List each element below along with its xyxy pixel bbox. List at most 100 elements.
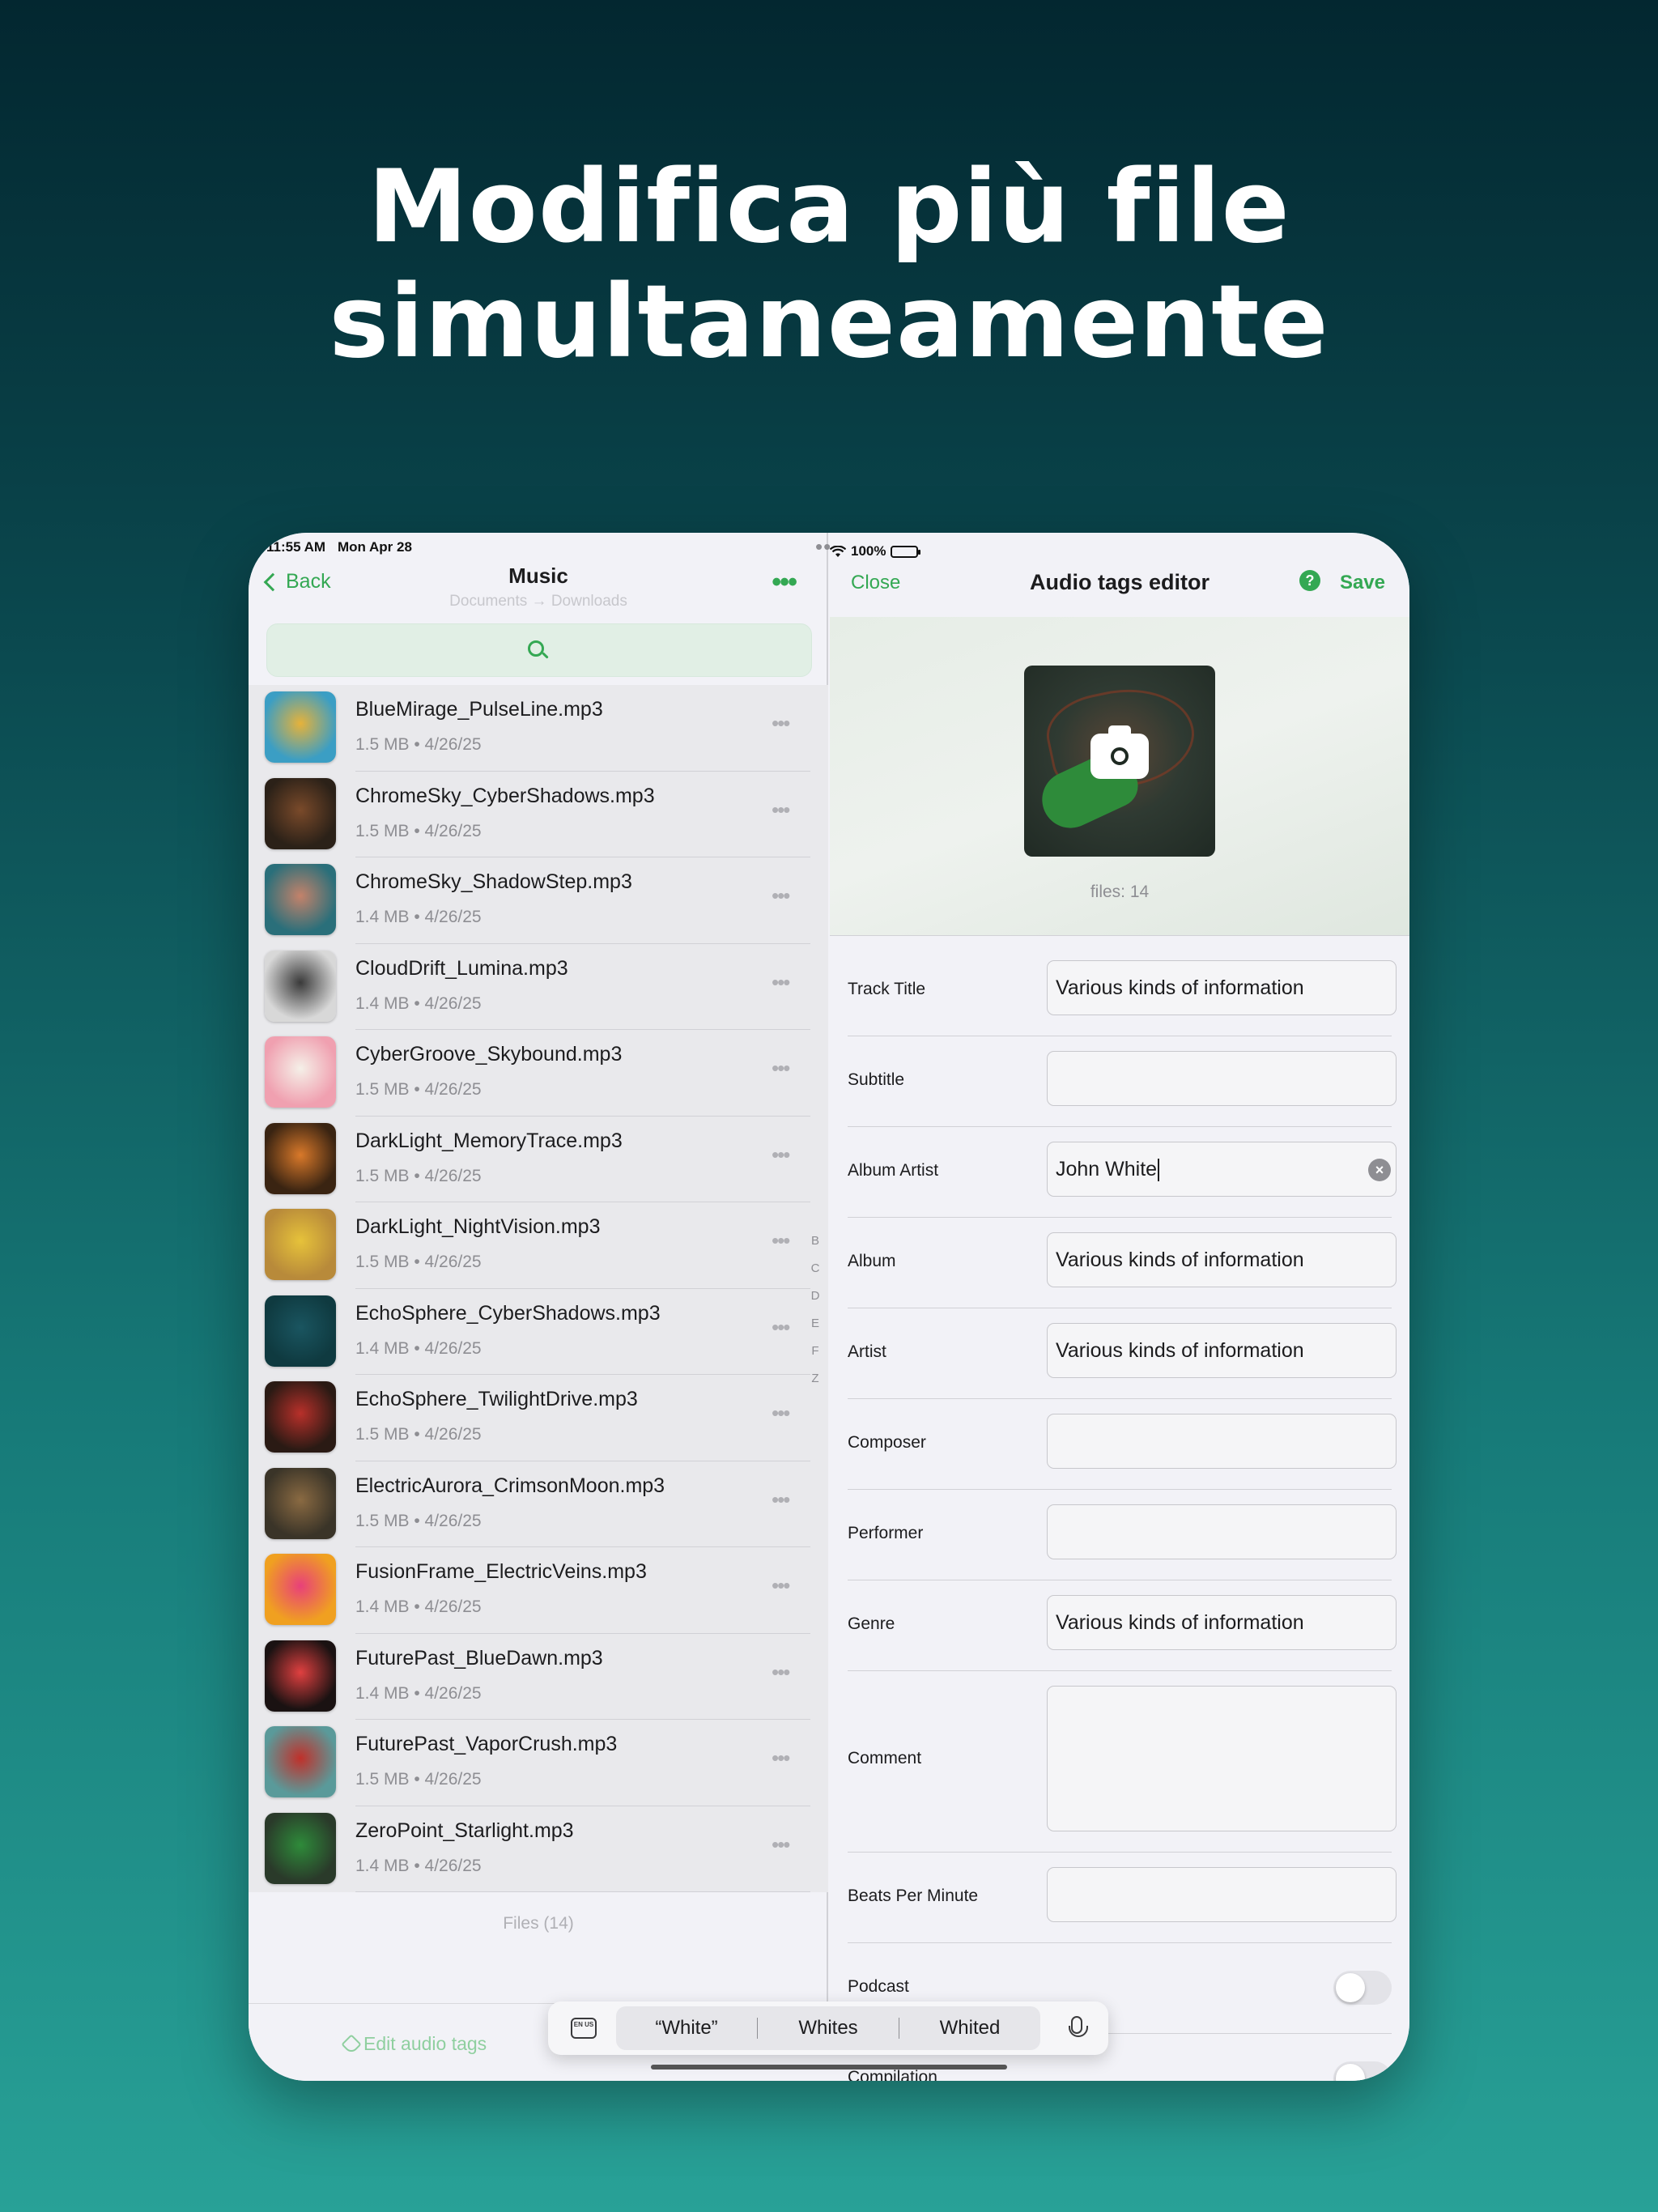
composer-label: Composer — [848, 1433, 926, 1452]
row-ellipsis-icon[interactable]: ••• — [772, 798, 790, 823]
row-ellipsis-icon[interactable]: ••• — [772, 1660, 790, 1685]
file-row[interactable]: ZeroPoint_Starlight.mp3 1.4 MB • 4/26/25 •… — [249, 1806, 828, 1892]
compilation-toggle[interactable] — [1333, 2061, 1392, 2081]
section-index[interactable]: BCDEFZ — [807, 1234, 823, 1399]
file-row[interactable]: DarkLight_MemoryTrace.mp3 1.5 MB • 4/26/2… — [249, 1116, 828, 1202]
genre-input[interactable]: Various kinds of information — [1047, 1595, 1397, 1650]
subtitle-input[interactable] — [1047, 1051, 1397, 1106]
file-name: BlueMirage_PulseLine.mp3 — [355, 698, 603, 721]
clear-text-icon[interactable]: × — [1368, 1159, 1391, 1181]
tag-form: Track Title Various kinds of information… — [830, 946, 1409, 2081]
field-artist: Artist Various kinds of information — [830, 1308, 1409, 1399]
row-ellipsis-icon[interactable]: ••• — [772, 1056, 790, 1081]
performer-input[interactable] — [1047, 1504, 1397, 1559]
more-options-button[interactable]: ••• — [772, 567, 797, 598]
tag-editor-navbar: Close Audio tags editor ? Save — [830, 559, 1409, 610]
status-time: 11:55 AM — [266, 539, 326, 555]
field-performer: Performer — [830, 1490, 1409, 1580]
file-row[interactable]: EchoSphere_CyberShadows.mp3 1.4 MB • 4/26… — [249, 1288, 828, 1375]
file-row[interactable]: EchoSphere_TwilightDrive.mp3 1.5 MB • 4/2… — [249, 1375, 828, 1461]
home-indicator — [651, 2065, 1007, 2069]
file-meta: 1.5 MB • 4/26/25 — [355, 1511, 482, 1530]
file-thumbnail — [265, 1726, 336, 1797]
row-ellipsis-icon[interactable]: ••• — [772, 1315, 790, 1340]
row-ellipsis-icon[interactable]: ••• — [772, 1487, 790, 1512]
file-name: DarkLight_NightVision.mp3 — [355, 1215, 601, 1238]
file-meta: 1.5 MB • 4/26/25 — [355, 1425, 482, 1444]
file-name: FusionFrame_ElectricVeins.mp3 — [355, 1560, 647, 1583]
edit-audio-tags-button[interactable]: Edit audio tags — [341, 2033, 487, 2055]
save-button[interactable]: Save — [1340, 572, 1385, 594]
file-thumbnail — [265, 950, 336, 1022]
file-row[interactable]: FuturePast_VaporCrush.mp3 1.5 MB • 4/26/2… — [249, 1720, 828, 1806]
row-ellipsis-icon[interactable]: ••• — [772, 1832, 790, 1857]
battery-percent: 100% — [851, 543, 886, 559]
genre-label: Genre — [848, 1614, 895, 1633]
file-row[interactable]: CloudDrift_Lumina.mp3 1.4 MB • 4/26/25 ••• — [249, 943, 828, 1030]
bpm-label: Beats Per Minute — [848, 1887, 979, 1905]
wifi-icon — [830, 545, 846, 557]
artist-input[interactable]: Various kinds of information — [1047, 1323, 1397, 1378]
ipad-screen: 11:55 AM Mon Apr 28 ••• 100% Back Music … — [249, 533, 1409, 2081]
file-meta: 1.4 MB • 4/26/25 — [355, 1683, 482, 1703]
microphone-icon[interactable] — [1069, 2016, 1088, 2037]
index-letter[interactable]: C — [807, 1261, 823, 1289]
field-composer: Composer — [830, 1399, 1409, 1490]
file-row[interactable]: ChromeSky_CyberShadows.mp3 1.5 MB • 4/26/… — [249, 771, 828, 857]
bpm-input[interactable] — [1047, 1867, 1397, 1922]
album-artist-input[interactable]: John White × — [1047, 1142, 1397, 1197]
file-name: CloudDrift_Lumina.mp3 — [355, 956, 568, 980]
row-ellipsis-icon[interactable]: ••• — [772, 883, 790, 908]
tag-icon — [341, 2033, 362, 2055]
index-letter[interactable]: D — [807, 1289, 823, 1317]
file-row[interactable]: ChromeSky_ShadowStep.mp3 1.4 MB • 4/26/25… — [249, 857, 828, 944]
status-date: Mon Apr 28 — [338, 539, 412, 555]
row-ellipsis-icon[interactable]: ••• — [772, 1401, 790, 1426]
track-title-input[interactable]: Various kinds of information — [1047, 960, 1397, 1015]
help-icon[interactable]: ? — [1299, 570, 1320, 591]
file-row[interactable]: CyberGroove_Skybound.mp3 1.5 MB • 4/26/25… — [249, 1030, 828, 1117]
comment-textarea[interactable] — [1047, 1686, 1397, 1831]
file-thumbnail — [265, 864, 336, 935]
row-ellipsis-icon[interactable]: ••• — [772, 711, 790, 736]
file-meta: 1.5 MB • 4/26/25 — [355, 1253, 482, 1271]
index-letter[interactable]: E — [807, 1317, 823, 1344]
artwork-area: files: 14 — [830, 617, 1409, 936]
field-track-title: Track Title Various kinds of information — [830, 946, 1409, 1036]
folder-path: Documents → Downloads — [449, 593, 627, 610]
podcast-toggle[interactable] — [1333, 1971, 1392, 2005]
file-thumbnail — [265, 1812, 336, 1884]
keyboard-suggestion-bar: EN US “White” Whites Whited — [548, 2001, 1108, 2055]
index-letter[interactable]: Z — [807, 1372, 823, 1399]
row-ellipsis-icon[interactable]: ••• — [772, 1746, 790, 1771]
suggestion-3[interactable]: Whited — [899, 2017, 1040, 2040]
file-meta: 1.4 MB • 4/26/25 — [355, 993, 482, 1013]
row-ellipsis-icon[interactable]: ••• — [772, 970, 790, 995]
headline-line-1: Modifica più file — [368, 149, 1290, 266]
file-browser-navbar: Back Music Documents → Downloads ••• — [249, 559, 828, 610]
keyboard-language-icon[interactable]: EN US — [571, 2018, 597, 2039]
index-letter[interactable]: F — [807, 1344, 823, 1372]
file-row[interactable]: ElectricAurora_CrimsonMoon.mp3 1.5 MB • 4… — [249, 1461, 828, 1547]
file-meta: 1.5 MB • 4/26/25 — [355, 735, 482, 754]
file-row[interactable]: DarkLight_NightVision.mp3 1.5 MB • 4/26/2… — [249, 1202, 828, 1289]
file-name: EchoSphere_TwilightDrive.mp3 — [355, 1388, 638, 1410]
suggestion-1[interactable]: “White” — [616, 2017, 757, 2040]
file-browser-pane: Back Music Documents → Downloads ••• Blu… — [249, 533, 828, 2081]
row-ellipsis-icon[interactable]: ••• — [772, 1573, 790, 1598]
track-title-label: Track Title — [848, 980, 926, 998]
file-row[interactable]: FusionFrame_ElectricVeins.mp3 1.4 MB • 4/… — [249, 1547, 828, 1634]
album-input[interactable]: Various kinds of information — [1047, 1232, 1397, 1287]
row-ellipsis-icon[interactable]: ••• — [772, 1228, 790, 1253]
row-ellipsis-icon[interactable]: ••• — [772, 1142, 790, 1168]
subtitle-label: Subtitle — [848, 1070, 905, 1089]
file-row[interactable]: FuturePast_BlueDawn.mp3 1.4 MB • 4/26/25 •… — [249, 1633, 828, 1720]
file-row[interactable]: BlueMirage_PulseLine.mp3 1.5 MB • 4/26/25… — [249, 685, 828, 772]
files-selected-count: files: 14 — [1090, 883, 1150, 901]
suggestion-2[interactable]: Whites — [758, 2017, 899, 2040]
album-artwork[interactable] — [1024, 666, 1215, 857]
composer-input[interactable] — [1047, 1414, 1397, 1469]
search-field[interactable] — [266, 623, 812, 677]
index-letter[interactable]: B — [807, 1234, 823, 1261]
suggestions: “White” Whites Whited — [616, 2006, 1040, 2050]
